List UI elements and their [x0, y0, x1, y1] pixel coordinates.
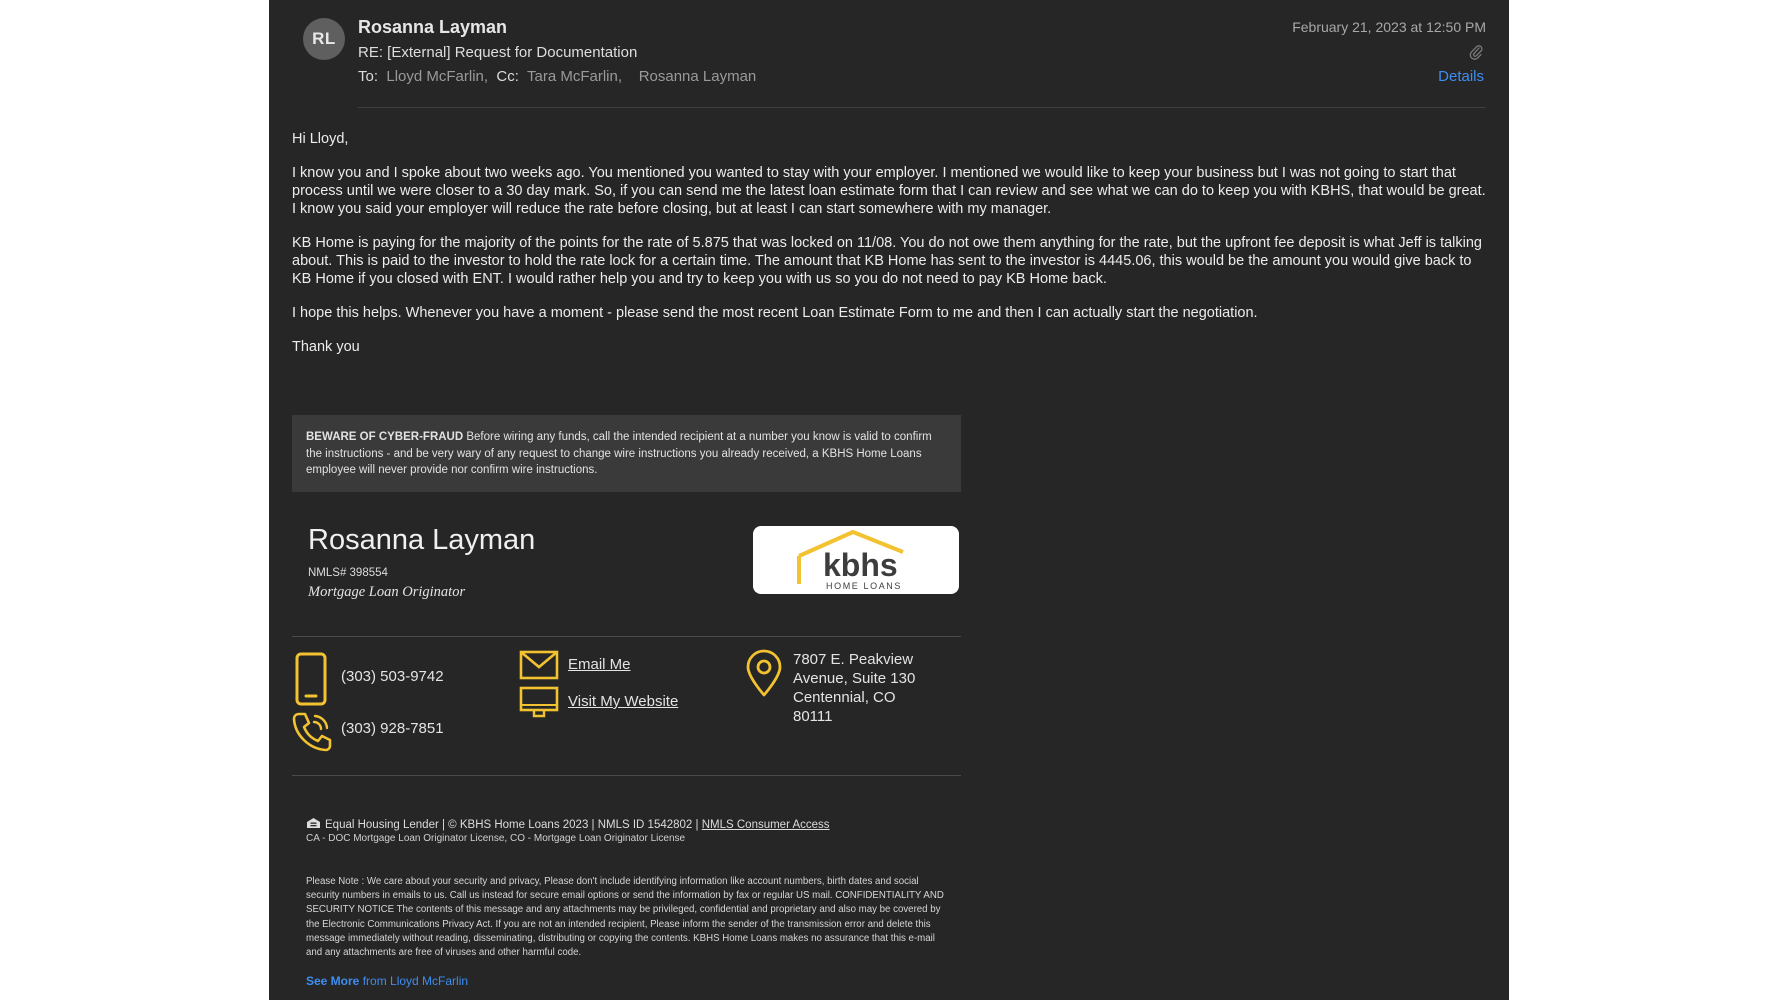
- logo-subtext: HOME LOANS: [826, 581, 902, 591]
- signature-title: Mortgage Loan Originator: [308, 584, 466, 600]
- equal-housing-text: Equal Housing Lender | © KBHS Home Loans…: [325, 819, 702, 831]
- cc-label: Cc:: [496, 68, 519, 85]
- mobile-phone-icon: [295, 652, 327, 706]
- signature-divider: [292, 636, 961, 637]
- nmls-consumer-access-link[interactable]: NMLS Consumer Access: [702, 819, 830, 831]
- see-more-from[interactable]: from Lloyd McFarlin: [359, 974, 468, 988]
- equal-housing-line: Equal Housing Lender | © KBHS Home Loans…: [306, 817, 830, 831]
- address-line: 7807 E. Peakview: [793, 651, 914, 668]
- body-paragraph: KB Home is paying for the majority of th…: [292, 235, 1482, 287]
- mobile-number[interactable]: (303) 503-9742: [341, 668, 444, 685]
- office-address: 7807 E. Peakview Avenue, Suite 130 Cente…: [793, 650, 933, 726]
- logo-wordmark: kbhs: [823, 547, 898, 583]
- see-more-label[interactable]: See More: [306, 974, 359, 988]
- email-subject: RE: [External] Request for Documentation: [358, 44, 638, 61]
- monitor-icon: [519, 686, 559, 718]
- signature-divider: [292, 775, 961, 776]
- email-message-view: RL Rosanna Layman RE: [External] Request…: [269, 0, 1509, 1000]
- to-recipient[interactable]: Lloyd McFarlin,: [386, 68, 488, 85]
- email-me-link[interactable]: Email Me: [568, 656, 631, 673]
- sender-name: Rosanna Layman: [358, 17, 508, 37]
- sender-avatar: RL: [303, 18, 345, 60]
- email-body: Hi Lloyd, I know you and I spoke about t…: [292, 130, 1492, 372]
- location-pin-icon: [746, 649, 782, 697]
- see-more-link[interactable]: See More from Lloyd McFarlin: [306, 974, 468, 988]
- email-date: February 21, 2023 at 12:50 PM: [1292, 19, 1486, 35]
- paperclip-icon[interactable]: [1469, 44, 1483, 60]
- to-label: To:: [358, 68, 379, 85]
- address-line: Centennial, CO: [793, 689, 896, 706]
- website-link[interactable]: Visit My Website: [568, 693, 678, 710]
- envelope-icon: [519, 650, 559, 680]
- kbhs-logo: kbhs HOME LOANS: [753, 526, 959, 594]
- signature-name: Rosanna Layman: [308, 524, 536, 556]
- body-paragraph: I know you and I spoke about two weeks a…: [292, 165, 1486, 217]
- address-line: Avenue, Suite 130: [793, 670, 916, 687]
- phone-icon: [292, 712, 332, 752]
- greeting: Hi Lloyd,: [292, 131, 349, 147]
- privacy-notice: Please Note : We care about your securit…: [306, 876, 944, 959]
- address-line: 80111: [793, 708, 833, 725]
- license-line: CA - DOC Mortgage Loan Originator Licens…: [306, 833, 686, 844]
- recipients-line: To: Lloyd McFarlin, Cc: Tara McFarlin, R…: [358, 68, 756, 85]
- body-paragraph: I hope this helps. Whenever you have a m…: [292, 305, 1258, 321]
- signature-nmls: NMLS# 398554: [308, 567, 388, 579]
- cyber-fraud-notice: BEWARE OF CYBER-FRAUD Before wiring any …: [292, 415, 961, 492]
- details-link[interactable]: Details: [1438, 68, 1484, 85]
- cc-recipient[interactable]: Tara McFarlin,: [527, 68, 622, 85]
- office-number[interactable]: (303) 928-7851: [341, 720, 444, 737]
- fraud-heading: BEWARE OF CYBER-FRAUD: [306, 431, 464, 443]
- cc-recipient[interactable]: Rosanna Layman: [639, 68, 757, 85]
- equal-housing-icon: [307, 818, 320, 828]
- header-divider: [358, 107, 1486, 108]
- closing: Thank you: [292, 339, 360, 355]
